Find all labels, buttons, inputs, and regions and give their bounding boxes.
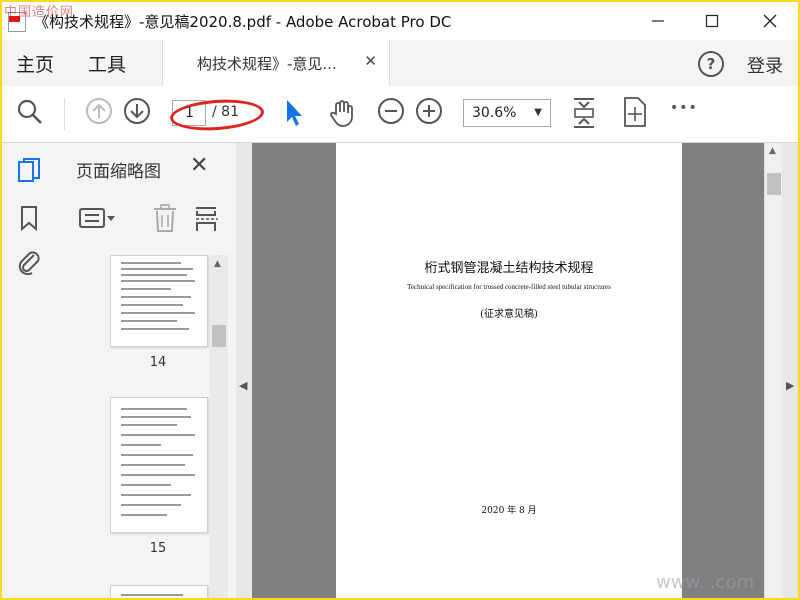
thumbnail-list: 14 15 [54, 255, 230, 598]
full-screen-icon[interactable] [622, 96, 648, 128]
hand-tool-icon[interactable] [328, 98, 358, 128]
thumbnails-panel: 页面缩略图 ✕ 14 15 ▲ [54, 143, 237, 598]
attachment-icon[interactable] [16, 247, 42, 275]
search-icon[interactable] [16, 98, 44, 126]
more-options-icon[interactable]: ••• [670, 100, 698, 116]
page-thumbnail[interactable] [110, 255, 208, 347]
left-rail [2, 143, 55, 598]
pdf-page[interactable]: 桁式钢管混凝土结构技术规程 Technical specification fo… [336, 143, 682, 598]
panel-scroll-thumb[interactable] [212, 325, 226, 347]
close-window-button[interactable] [750, 8, 790, 34]
collapse-left-pane[interactable]: ◀ [236, 143, 252, 598]
chevron-down-icon: ▼ [534, 107, 542, 118]
next-page-icon[interactable] [124, 98, 150, 124]
select-cursor-icon[interactable] [284, 98, 304, 128]
document-subtitle: Technical specification for trussed conc… [407, 283, 611, 291]
delete-icon[interactable] [152, 203, 178, 233]
document-tab[interactable]: 构技术规程》-意见... ✕ [162, 40, 390, 86]
close-tab-icon[interactable]: ✕ [364, 52, 377, 70]
page-thumbnails-icon[interactable] [17, 157, 41, 185]
tab-bar: 主页 工具 构技术规程》-意见... ✕ ? 登录 [2, 40, 798, 87]
zoom-level-value: 30.6% [472, 105, 517, 121]
fit-page-icon[interactable] [570, 96, 598, 130]
zoom-level-select[interactable]: 30.6% ▼ [463, 99, 551, 127]
title-bar: 中国造价网 《构技术规程》-意见稿2020.8.pdf - Adobe Acro… [2, 2, 798, 40]
document-title: 桁式钢管混凝土结构技术规程 [424, 261, 594, 276]
document-scroll-thumb[interactable] [767, 173, 781, 195]
chevron-right-icon: ▶ [786, 379, 795, 392]
bookmark-icon[interactable] [19, 205, 39, 231]
watermark-bottom: www. .com [656, 572, 755, 593]
tab-home[interactable]: 主页 [16, 50, 54, 77]
thumbnail-label: 15 [149, 541, 167, 556]
chevron-left-icon: ◀ [239, 379, 248, 392]
close-panel-icon[interactable]: ✕ [190, 153, 208, 178]
document-date: 2020 年 8 月 [481, 506, 537, 516]
minimize-button[interactable] [638, 8, 678, 34]
options-menu-icon[interactable] [78, 205, 118, 231]
main-toolbar: 1 / 81 30.6% ▼ ••• [2, 86, 798, 143]
document-scrollbar[interactable]: ▲ [764, 143, 783, 598]
scroll-up-icon[interactable]: ▲ [769, 146, 776, 156]
document-note: (征求意见稿) [480, 309, 538, 320]
scroll-up-icon[interactable]: ▲ [214, 259, 221, 269]
panel-scrollbar[interactable]: ▲ [210, 255, 228, 598]
previous-page-icon[interactable] [86, 98, 112, 124]
login-button[interactable]: 登录 [747, 52, 783, 78]
document-tab-label: 构技术规程》-意见... [197, 55, 337, 73]
app-window: 中国造价网 《构技术规程》-意见稿2020.8.pdf - Adobe Acro… [0, 0, 800, 600]
thumbnail-label: 14 [149, 355, 167, 370]
panel-title: 页面缩略图 [76, 162, 161, 182]
document-view[interactable]: 桁式钢管混凝土结构技术规程 Technical specification fo… [252, 143, 764, 598]
zoom-in-icon[interactable] [416, 98, 442, 124]
window-title: 《构技术规程》-意见稿2020.8.pdf - Adobe Acrobat Pr… [34, 13, 452, 31]
maximize-button[interactable] [692, 8, 732, 34]
collapse-right-pane[interactable]: ▶ [782, 143, 798, 598]
insert-page-icon[interactable] [194, 205, 220, 233]
tab-tools[interactable]: 工具 [88, 50, 126, 77]
zoom-out-icon[interactable] [378, 98, 404, 124]
page-thumbnail[interactable] [110, 585, 208, 598]
help-icon[interactable]: ? [698, 51, 724, 77]
page-thumbnail[interactable] [110, 397, 208, 533]
